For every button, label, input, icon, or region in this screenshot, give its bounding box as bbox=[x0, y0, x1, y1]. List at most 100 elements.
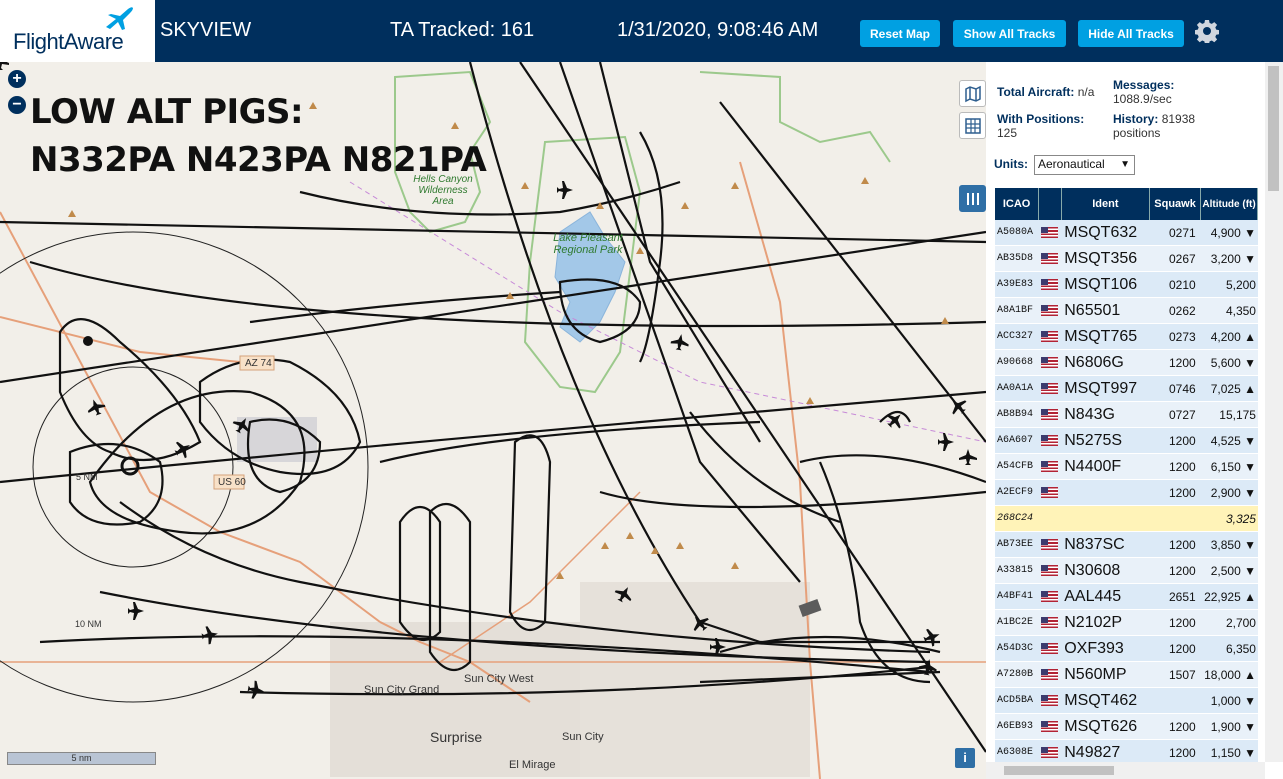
table-row[interactable]: A54CFB N4400F 1200 6,150 ▼ bbox=[995, 454, 1258, 480]
grid-toggle-button[interactable] bbox=[959, 112, 986, 139]
table-row[interactable]: AB73EE N837SC 1200 3,850 ▼ bbox=[995, 532, 1258, 558]
altitude-cell: 2,500 ▼ bbox=[1210, 563, 1256, 578]
table-row[interactable]: ACD5BA MSQT462 1,000 ▼ bbox=[995, 688, 1258, 714]
col-flag[interactable] bbox=[1039, 188, 1062, 220]
icao-cell: A54D3C bbox=[997, 643, 1034, 654]
horizontal-scrollbar[interactable] bbox=[986, 762, 1265, 779]
scale-bar: 5 nm bbox=[7, 752, 156, 765]
table-row[interactable]: 268C24 3,325 bbox=[995, 506, 1258, 532]
ident-cell: MSQT632 bbox=[1064, 223, 1138, 241]
altitude-cell: 4,900 ▼ bbox=[1210, 225, 1256, 240]
altitude-cell: 15,175 bbox=[1219, 407, 1256, 422]
table-row[interactable]: A6A607 N5275S 1200 4,525 ▼ bbox=[995, 428, 1258, 454]
squawk-cell: 1200 bbox=[1168, 563, 1196, 578]
flag-cell bbox=[1039, 532, 1061, 557]
reset-map-button[interactable]: Reset Map bbox=[860, 20, 940, 47]
table-row[interactable]: A90668 N6806G 1200 5,600 ▼ bbox=[995, 350, 1258, 376]
us-flag-icon bbox=[1040, 617, 1058, 628]
altitude-cell: 2,700 bbox=[1225, 615, 1256, 630]
squawk-cell: 0271 bbox=[1168, 225, 1196, 240]
zoom-in-button[interactable]: + bbox=[8, 70, 26, 88]
squawk-cell: 1200 bbox=[1168, 641, 1196, 656]
vertical-scroll-thumb[interactable] bbox=[1268, 66, 1279, 191]
label-sun-city-grand: Sun City Grand bbox=[364, 684, 440, 696]
flightaware-logo[interactable]: FlightAware bbox=[0, 0, 155, 62]
columns-toggle-button[interactable] bbox=[959, 185, 986, 212]
altitude-cell: 2,900 ▼ bbox=[1210, 485, 1256, 500]
gear-icon[interactable] bbox=[1195, 19, 1219, 43]
clock: 1/31/2020, 9:08:46 AM bbox=[617, 19, 819, 41]
ident-cell: MSQT106 bbox=[1064, 275, 1138, 293]
icao-cell: 268C24 bbox=[997, 513, 1034, 524]
icao-cell: A6A607 bbox=[997, 435, 1034, 446]
vertical-scrollbar[interactable] bbox=[1265, 62, 1283, 762]
horizontal-scroll-thumb[interactable] bbox=[1004, 766, 1114, 775]
icao-cell: AB73EE bbox=[997, 539, 1034, 550]
flag-cell bbox=[1039, 506, 1061, 531]
table-row[interactable]: AB35D8 MSQT356 0267 3,200 ▼ bbox=[995, 246, 1258, 272]
col-altitude[interactable]: Altitude (ft) bbox=[1201, 188, 1258, 220]
ident-cell: MSQT626 bbox=[1064, 717, 1138, 735]
aircraft-panel: Total Aircraft: n/a Messages: 1088.9/sec… bbox=[986, 62, 1283, 779]
altitude-cell: 4,200 ▲ bbox=[1210, 329, 1256, 344]
ident-cell: N6806G bbox=[1064, 353, 1124, 371]
icao-cell: ACC327 bbox=[997, 331, 1034, 342]
messages-value: 1088.9/sec bbox=[1113, 92, 1172, 106]
col-ident[interactable]: Ident bbox=[1062, 188, 1151, 220]
icao-cell: A4BF41 bbox=[997, 591, 1034, 602]
table-row[interactable]: A2ECF9 1200 2,900 ▼ bbox=[995, 480, 1258, 506]
flag-cell bbox=[1039, 376, 1061, 401]
flag-cell bbox=[1039, 688, 1061, 713]
table-row[interactable]: A7280B N560MP 1507 18,000 ▲ bbox=[995, 662, 1258, 688]
squawk-cell: 1200 bbox=[1168, 485, 1196, 500]
units-select[interactable]: Aeronautical ▼ bbox=[1034, 155, 1135, 175]
table-row[interactable]: A54D3C OXF393 1200 6,350 bbox=[995, 636, 1258, 662]
table-row[interactable]: A1BC2E N2102P 1200 2,700 bbox=[995, 610, 1258, 636]
history-label: History: bbox=[1113, 112, 1159, 126]
altitude-cell: 4,350 bbox=[1225, 303, 1256, 318]
label-surprise: Surprise bbox=[430, 729, 483, 745]
table-row[interactable]: ACC327 MSQT765 0273 4,200 ▲ bbox=[995, 324, 1258, 350]
icao-cell: A90668 bbox=[997, 357, 1034, 368]
table-row[interactable]: AB8B94 N843G 0727 15,175 bbox=[995, 402, 1258, 428]
us-flag-icon bbox=[1040, 253, 1058, 264]
squawk-cell: 1200 bbox=[1168, 719, 1196, 734]
label-sun-city: Sun City bbox=[562, 731, 604, 743]
total-aircraft-label: Total Aircraft: bbox=[997, 85, 1075, 99]
icao-cell: AB35D8 bbox=[997, 253, 1034, 264]
zoom-out-button[interactable]: − bbox=[8, 96, 26, 114]
table-row[interactable]: A5080A MSQT632 0271 4,900 ▼ bbox=[995, 220, 1258, 246]
flag-cell bbox=[1039, 480, 1061, 505]
hide-all-tracks-button[interactable]: Hide All Tracks bbox=[1078, 20, 1184, 47]
label-el-mirage: El Mirage bbox=[509, 759, 556, 771]
squawk-cell bbox=[1148, 506, 1198, 531]
altitude-cell: 18,000 ▲ bbox=[1204, 667, 1256, 682]
show-all-tracks-button[interactable]: Show All Tracks bbox=[953, 20, 1066, 47]
app-title: SKYVIEW bbox=[160, 19, 252, 41]
squawk-cell: 1200 bbox=[1168, 537, 1196, 552]
history-stat: History: 81938 positions bbox=[1113, 112, 1243, 140]
info-button[interactable]: i bbox=[955, 748, 975, 768]
icao-cell: A8A1BF bbox=[997, 305, 1034, 316]
altitude-cell: 1,000 ▼ bbox=[1210, 693, 1256, 708]
map-view[interactable]: + − LOW ALT PIGS: N332PA N423PA N821PA H… bbox=[0, 62, 986, 779]
table-row[interactable]: A39E83 MSQT106 0210 5,200 bbox=[995, 272, 1258, 298]
icao-cell: A6EB93 bbox=[997, 721, 1034, 732]
table-row[interactable]: AA0A1A MSQT997 0746 7,025 ▲ bbox=[995, 376, 1258, 402]
map-layers-button[interactable] bbox=[959, 80, 986, 107]
table-row[interactable]: A8A1BF N65501 0262 4,350 bbox=[995, 298, 1258, 324]
label-ring-5nm: 5 NM bbox=[76, 472, 98, 482]
table-row[interactable]: A33815 N30608 1200 2,500 ▼ bbox=[995, 558, 1258, 584]
table-row[interactable]: A6EB93 MSQT626 1200 1,900 ▼ bbox=[995, 714, 1258, 740]
col-icao[interactable]: ICAO bbox=[995, 188, 1040, 220]
altitude-cell: 4,525 ▼ bbox=[1210, 433, 1256, 448]
col-squawk[interactable]: Squawk bbox=[1150, 188, 1202, 220]
table-header: ICAO Ident Squawk Altitude (ft) bbox=[995, 188, 1258, 220]
annotation-title: LOW ALT PIGS: bbox=[30, 92, 304, 132]
table-row[interactable]: A4BF41 AAL445 2651 22,925 ▲ bbox=[995, 584, 1258, 610]
total-aircraft-value: n/a bbox=[1077, 85, 1095, 99]
us-flag-icon bbox=[1040, 305, 1058, 316]
with-positions-value: 125 bbox=[997, 126, 1018, 140]
label-sun-city-west: Sun City West bbox=[464, 673, 534, 685]
squawk-cell: 2651 bbox=[1168, 589, 1196, 604]
